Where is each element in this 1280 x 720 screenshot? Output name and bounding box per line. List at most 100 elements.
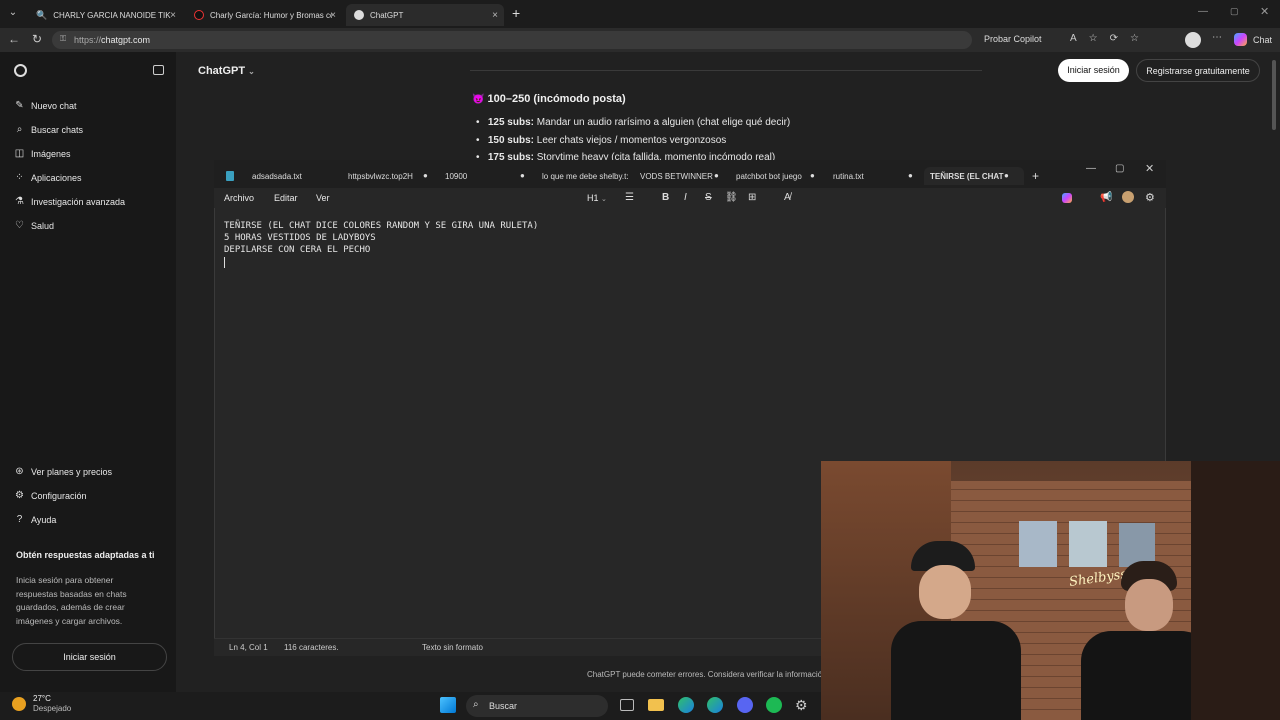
announcement-icon[interactable]: 📢 bbox=[1100, 192, 1112, 203]
discord-icon[interactable] bbox=[737, 697, 753, 713]
menu-file[interactable]: Archivo bbox=[224, 193, 254, 203]
chevron-down-icon: ⌄ bbox=[248, 67, 255, 76]
edge-icon[interactable] bbox=[678, 697, 694, 713]
list-format-icon[interactable]: ☰ bbox=[625, 192, 634, 203]
sidebar-item-search[interactable]: ⌕ Buscar chats bbox=[14, 124, 83, 135]
dark-area bbox=[1191, 461, 1280, 720]
sidebar-item-health[interactable]: ♡ Salud bbox=[14, 220, 54, 231]
tab-list-chevron-icon[interactable]: ⌄ bbox=[6, 7, 20, 21]
table-icon[interactable]: ⊞ bbox=[748, 192, 756, 203]
copilot-label[interactable]: Probar Copilot bbox=[984, 34, 1042, 44]
strikethrough-icon[interactable]: S bbox=[705, 192, 712, 203]
search-icon: ⌕ bbox=[16, 124, 23, 135]
minimize-icon[interactable]: — bbox=[1086, 163, 1096, 174]
heading-select[interactable]: H1 ⌄ bbox=[587, 193, 607, 203]
maximize-icon[interactable]: ▢ bbox=[1230, 6, 1239, 17]
sidebar-item-apps[interactable]: ⁘ Aplicaciones bbox=[14, 172, 81, 183]
bullet-text: Leer chats viejos / momentos vergonzosos bbox=[533, 134, 727, 146]
divider bbox=[470, 70, 982, 71]
model-selector[interactable]: ChatGPT ⌄ bbox=[198, 65, 255, 77]
taskbar-search[interactable]: ⌕ Buscar bbox=[466, 695, 608, 717]
browser-tab[interactable]: Charly García: Humor y Bromas co × bbox=[186, 4, 342, 26]
chat-button[interactable]: Chat bbox=[1253, 35, 1272, 45]
notepad-tab[interactable]: patchbot bot juego bbox=[736, 167, 804, 185]
close-window-icon[interactable]: ✕ bbox=[1145, 162, 1154, 175]
close-window-icon[interactable]: ✕ bbox=[1260, 5, 1269, 18]
url-field[interactable]: ⚿ https://chatgpt.com Probar Copilot bbox=[52, 31, 1042, 49]
sidebar-item-new-chat[interactable]: ✎ Nuevo chat bbox=[14, 100, 76, 111]
notepad-tab[interactable]: rutina.txt bbox=[833, 167, 864, 185]
notepad-tab[interactable]: lo que me debe shelby.t: bbox=[542, 167, 632, 185]
profile-avatar[interactable] bbox=[1185, 32, 1201, 48]
chevron-down-icon: ⌄ bbox=[601, 196, 607, 203]
sidebar-item-plans[interactable]: ⊛ Ver planes y precios bbox=[14, 466, 112, 477]
copilot-icon[interactable] bbox=[1234, 33, 1247, 46]
sidebar-login-button[interactable]: Iniciar sesión bbox=[12, 643, 167, 671]
back-icon[interactable]: ← bbox=[8, 32, 20, 46]
chatgpt-icon bbox=[354, 10, 364, 20]
clear-format-icon[interactable]: A̸ bbox=[784, 192, 791, 203]
signup-button[interactable]: Registrarse gratuitamente bbox=[1136, 59, 1260, 82]
temperature: 27°C bbox=[33, 694, 51, 703]
list-item: • 125 subs: Mandar un audio rarísimo a a… bbox=[476, 117, 791, 128]
notepad-menu-bar bbox=[214, 188, 1166, 208]
settings-icon[interactable]: ⚙ bbox=[795, 697, 808, 714]
heading-select-value: H1 bbox=[587, 193, 599, 203]
close-icon[interactable]: × bbox=[330, 10, 336, 21]
gear-icon[interactable]: ⚙ bbox=[1145, 191, 1155, 204]
maximize-icon[interactable]: ▢ bbox=[1115, 163, 1124, 174]
chatgpt-footer: ChatGPT puede cometer errores. Considera… bbox=[587, 670, 827, 679]
new-tab-icon[interactable]: + bbox=[512, 5, 520, 21]
sidebar-toggle-icon[interactable] bbox=[153, 65, 164, 75]
tab-label: ChatGPT bbox=[370, 10, 404, 20]
link-icon[interactable]: ⛓ bbox=[725, 192, 738, 203]
close-icon[interactable]: × bbox=[492, 10, 498, 21]
spotify-icon[interactable] bbox=[766, 697, 782, 713]
sidebar-item-images[interactable]: ◫ Imágenes bbox=[14, 148, 71, 159]
taskview-icon[interactable] bbox=[620, 699, 634, 711]
more-icon[interactable]: ⋯ bbox=[1212, 32, 1222, 43]
search-placeholder: Buscar bbox=[489, 701, 518, 711]
user-avatar[interactable] bbox=[1122, 191, 1134, 203]
notepad-tab[interactable]: 10900 bbox=[445, 167, 467, 185]
start-icon[interactable] bbox=[440, 697, 456, 713]
edge-icon[interactable] bbox=[707, 697, 723, 713]
notepad-tab-active[interactable]: TEÑIRSE (EL CHAT bbox=[924, 167, 1024, 185]
search-icon: 🔍 bbox=[36, 9, 48, 20]
bullet-bold: 150 subs: bbox=[487, 134, 534, 146]
refresh-icon[interactable]: ↻ bbox=[32, 32, 42, 46]
url-host: chatgpt.com bbox=[101, 35, 151, 45]
notepad-tab[interactable]: adsadsada.txt bbox=[252, 167, 302, 185]
menu-edit[interactable]: Editar bbox=[274, 193, 298, 203]
gear-icon: ⚙ bbox=[15, 490, 24, 501]
browser-tab-active[interactable]: ChatGPT × bbox=[346, 4, 504, 26]
scrollbar[interactable] bbox=[1272, 60, 1276, 130]
browser-tab[interactable]: 🔍 CHARLY GARCIA NANOIDE TIKTOK × bbox=[28, 4, 182, 26]
search-icon: ⌕ bbox=[473, 699, 479, 710]
bold-icon[interactable]: B bbox=[662, 192, 669, 203]
webcam-overlay: Shelbyss bbox=[821, 461, 1280, 720]
lock-icon: ⚿ bbox=[60, 34, 67, 43]
sidebar-item-research[interactable]: ⚗ Investigación avanzada bbox=[14, 196, 125, 207]
close-icon[interactable]: × bbox=[170, 10, 176, 21]
sidebar-item-label: Salud bbox=[31, 220, 55, 231]
sidebar-item-help[interactable]: ? Ayuda bbox=[14, 514, 57, 525]
cursor-position: Ln 4, Col 1 bbox=[229, 643, 268, 652]
login-button[interactable]: Iniciar sesión bbox=[1058, 59, 1129, 82]
new-tab-icon[interactable]: + bbox=[1032, 169, 1039, 183]
text-editor[interactable]: TEÑIRSE (EL CHAT DICE COLORES RANDOM Y S… bbox=[224, 220, 538, 268]
italic-icon[interactable]: I bbox=[684, 192, 687, 203]
sidebar-item-settings[interactable]: ⚙ Configuración bbox=[14, 490, 87, 501]
minimize-icon[interactable]: — bbox=[1198, 6, 1208, 17]
unsaved-dot-icon: ● bbox=[908, 171, 913, 180]
menu-view[interactable]: Ver bbox=[316, 193, 330, 203]
promo-title: Obtén respuestas adaptadas a ti bbox=[16, 550, 155, 560]
sidebar-item-label: Buscar chats bbox=[31, 124, 84, 135]
notepad-tab[interactable]: VODS BETWINNER bbox=[640, 167, 713, 185]
tab-label: CHARLY GARCIA NANOIDE TIKTOK bbox=[53, 10, 171, 20]
openai-logo-icon[interactable] bbox=[14, 64, 27, 77]
notepad-tab[interactable]: httpsbvlwzc.top2H bbox=[348, 167, 413, 185]
sidebar-item-label: Investigación avanzada bbox=[31, 196, 126, 207]
folder-icon[interactable] bbox=[648, 699, 664, 711]
copilot-icon[interactable] bbox=[1062, 193, 1072, 203]
